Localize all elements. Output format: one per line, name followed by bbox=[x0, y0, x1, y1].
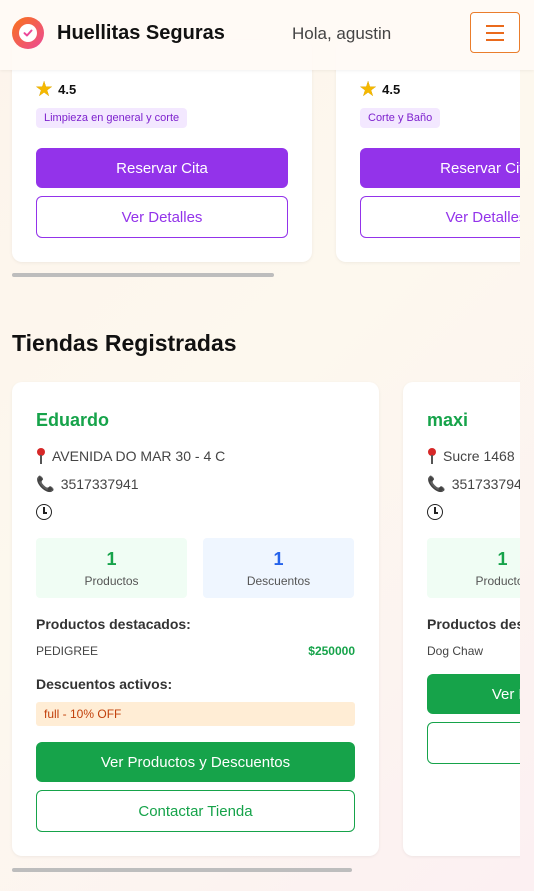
services-scrollbar[interactable] bbox=[12, 273, 274, 277]
products-label: Productos bbox=[84, 573, 139, 588]
contact-store-button[interactable] bbox=[427, 722, 520, 764]
store-address-row: AVENIDA DO MAR 30 - 4 C bbox=[36, 448, 225, 464]
star-icon: ★ bbox=[36, 79, 53, 99]
user-greeting: Hola, agustin bbox=[292, 24, 392, 43]
products-stat: 1 Productos bbox=[427, 538, 520, 598]
store-hours-row bbox=[36, 504, 52, 520]
service-tag: Corte y Baño bbox=[360, 108, 441, 128]
service-rating: ★ 4.5 bbox=[36, 80, 76, 98]
store-address-row: Sucre 1468 bbox=[427, 448, 515, 464]
discounts-label: Descuentos bbox=[246, 573, 311, 588]
service-tag: Limpieza en general y corte bbox=[36, 108, 188, 128]
featured-product-name: PEDIGREE bbox=[36, 644, 99, 658]
service-card: ★ 4.5 Limpieza en general y corte Reserv… bbox=[12, 40, 312, 262]
view-products-button[interactable]: Ver Productos y Descuentos bbox=[427, 674, 520, 714]
store-card: Eduardo AVENIDA DO MAR 30 - 4 C 📞 351733… bbox=[12, 382, 379, 856]
view-details-button[interactable]: Ver Detalles bbox=[360, 196, 520, 238]
section-title: Tiendas Registradas bbox=[12, 330, 237, 356]
phone-icon: 📞 bbox=[427, 475, 446, 493]
discount-badge: full - 10% OFF bbox=[36, 702, 355, 726]
products-count: 1 bbox=[497, 548, 508, 569]
service-card: ★ 4.5 Corte y Baño Reservar Cita Ver Det… bbox=[336, 40, 520, 262]
brand-name[interactable]: Huellitas Seguras bbox=[57, 22, 225, 45]
content-viewport: ★ 4.5 Limpieza en general y corte Reserv… bbox=[0, 0, 520, 891]
featured-product-price: $250000 bbox=[308, 644, 355, 658]
rating-value: 4.5 bbox=[58, 81, 77, 97]
book-appointment-button[interactable]: Reservar Cita bbox=[36, 148, 288, 188]
store-name: maxi bbox=[427, 410, 469, 430]
rating-value: 4.5 bbox=[382, 81, 401, 97]
star-icon: ★ bbox=[360, 79, 377, 99]
store-name: Eduardo bbox=[36, 410, 110, 430]
hamburger-menu-icon[interactable] bbox=[470, 12, 520, 53]
service-rating: ★ 4.5 bbox=[360, 80, 400, 98]
contact-store-button[interactable]: Contactar Tienda bbox=[36, 790, 355, 832]
featured-product-name: Dog Chaw bbox=[427, 644, 484, 658]
active-discounts-title: Descuentos activos: bbox=[36, 676, 173, 692]
phone-icon: 📞 bbox=[36, 475, 55, 493]
store-address: AVENIDA DO MAR 30 - 4 C bbox=[52, 448, 226, 464]
discounts-count: 1 bbox=[273, 548, 284, 569]
store-phone-row: 📞 3517337941 bbox=[427, 476, 520, 492]
store-phone: 3517337941 bbox=[60, 476, 139, 492]
products-label: Productos bbox=[475, 573, 520, 588]
featured-products-title: Productos destacados: bbox=[36, 616, 191, 632]
clock-icon bbox=[427, 504, 443, 520]
paw-check-icon[interactable] bbox=[12, 17, 44, 49]
map-pin-icon bbox=[36, 448, 46, 464]
discounts-stat: 1 Descuentos bbox=[203, 538, 354, 598]
top-navbar: Huellitas Seguras Hola, agustin bbox=[0, 0, 534, 70]
store-phone-row: 📞 3517337941 bbox=[36, 476, 139, 492]
store-card: maxi Sucre 1468 📞 3517337941 1 Productos… bbox=[403, 382, 520, 856]
view-details-button[interactable]: Ver Detalles bbox=[36, 196, 288, 238]
view-products-button[interactable]: Ver Productos y Descuentos bbox=[36, 742, 355, 782]
featured-products-title: Productos destacados: bbox=[427, 616, 520, 632]
store-address: Sucre 1468 bbox=[443, 448, 515, 464]
store-hours-row bbox=[427, 504, 443, 520]
clock-icon bbox=[36, 504, 52, 520]
store-phone: 3517337941 bbox=[451, 476, 520, 492]
stores-scrollbar[interactable] bbox=[12, 868, 352, 872]
products-stat: 1 Productos bbox=[36, 538, 187, 598]
map-pin-icon bbox=[427, 448, 437, 464]
book-appointment-button[interactable]: Reservar Cita bbox=[360, 148, 520, 188]
products-count: 1 bbox=[106, 548, 117, 569]
